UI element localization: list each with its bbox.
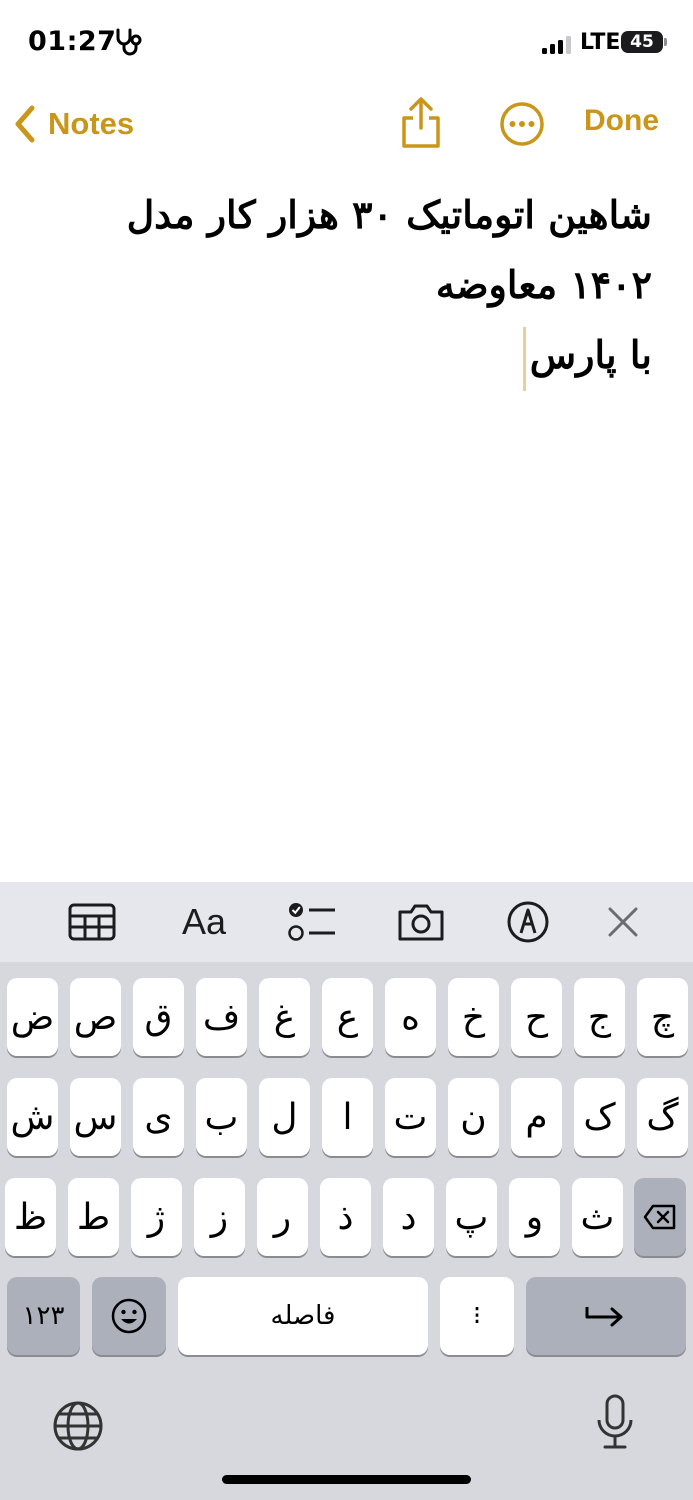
letter-key[interactable]: غ: [259, 978, 310, 1056]
letter-key[interactable]: خ: [448, 978, 499, 1056]
checklist-button[interactable]: [286, 896, 338, 948]
markup-button[interactable]: [502, 896, 554, 948]
letter-key[interactable]: ج: [574, 978, 625, 1056]
table-icon: [68, 903, 116, 941]
letter-key[interactable]: ز: [194, 1178, 245, 1256]
text-format-button[interactable]: Aa: [176, 896, 232, 948]
battery-level: 45: [630, 32, 654, 52]
letter-key[interactable]: د: [383, 1178, 434, 1256]
letter-key[interactable]: و: [509, 1178, 560, 1256]
backspace-key[interactable]: [634, 1178, 686, 1256]
letter-key[interactable]: ح: [511, 978, 562, 1056]
microphone-icon[interactable]: [595, 1394, 635, 1452]
text-cursor: [522, 326, 526, 391]
keyboard: Aa چ ج ح خ ه ع غ ف ق ص ض گ ک م ن ت ا ل ب…: [0, 882, 693, 1500]
markup-pen-icon: [507, 901, 549, 943]
letter-key[interactable]: ر: [257, 1178, 308, 1256]
note-line-2-text: با پارس: [529, 332, 652, 377]
note-line-1: شاهین اتوماتیک ۳۰ هزار کار مدل ۱۴۰۲ معاو…: [126, 192, 652, 307]
letter-key[interactable]: ی: [133, 1078, 184, 1156]
battery-cap: [664, 38, 667, 46]
status-bar: 01:27 LTE 45: [0, 0, 693, 86]
letter-key[interactable]: ف: [196, 978, 247, 1056]
more-options-icon[interactable]: [498, 100, 546, 148]
return-arrow-icon: [585, 1307, 623, 1327]
letter-key[interactable]: پ: [446, 1178, 497, 1256]
letter-key[interactable]: ن: [448, 1078, 499, 1156]
close-icon: [608, 907, 638, 937]
status-time: 01:27: [28, 26, 117, 57]
text-format-icon: Aa: [181, 901, 227, 942]
back-button[interactable]: Notes: [14, 102, 134, 146]
letter-key[interactable]: س: [70, 1078, 121, 1156]
letter-key[interactable]: ع: [322, 978, 373, 1056]
letter-key[interactable]: گ: [637, 1078, 688, 1156]
letter-key[interactable]: ا: [322, 1078, 373, 1156]
letter-key[interactable]: ت: [385, 1078, 436, 1156]
back-label: Notes: [48, 106, 135, 141]
punctuation-key[interactable]: ⁝: [440, 1277, 514, 1355]
done-button[interactable]: Done: [584, 104, 659, 138]
numbers-key[interactable]: ۱۲۳: [7, 1277, 80, 1355]
emoji-key[interactable]: [92, 1277, 166, 1355]
globe-icon[interactable]: [52, 1400, 104, 1452]
letter-key[interactable]: ک: [574, 1078, 625, 1156]
letter-key[interactable]: ث: [572, 1178, 623, 1256]
letter-key[interactable]: ب: [196, 1078, 247, 1156]
note-line-2: با پارس: [40, 320, 652, 391]
checklist-icon: [288, 903, 335, 941]
backspace-icon: [643, 1204, 676, 1230]
letter-key[interactable]: ق: [133, 978, 184, 1056]
navigation-bar: Notes Done: [0, 90, 693, 160]
network-type: LTE: [580, 30, 621, 55]
letter-key[interactable]: ض: [7, 978, 58, 1056]
letter-key[interactable]: م: [511, 1078, 562, 1156]
camera-icon: [398, 904, 444, 941]
letter-key[interactable]: ذ: [320, 1178, 371, 1256]
signal-strength-icon: [542, 36, 576, 54]
space-key[interactable]: فاصله: [178, 1277, 428, 1355]
chevron-left-icon: [15, 105, 35, 143]
letter-key[interactable]: ظ: [5, 1178, 56, 1256]
letter-key[interactable]: ط: [68, 1178, 119, 1256]
letter-key[interactable]: ل: [259, 1078, 310, 1156]
letter-key[interactable]: ه: [385, 978, 436, 1056]
battery-icon: 45: [621, 31, 663, 53]
note-body[interactable]: شاهین اتوماتیک ۳۰ هزار کار مدل ۱۴۰۲ معاو…: [40, 180, 652, 391]
camera-button[interactable]: [395, 896, 447, 948]
letter-key[interactable]: چ: [637, 978, 688, 1056]
formatting-toolbar: Aa: [0, 882, 693, 962]
stethoscope-icon: [116, 28, 142, 56]
emoji-icon: [111, 1298, 147, 1334]
table-button[interactable]: [66, 896, 118, 948]
letter-key[interactable]: ش: [7, 1078, 58, 1156]
close-toolbar-button[interactable]: [597, 896, 649, 948]
letter-key[interactable]: ژ: [131, 1178, 182, 1256]
return-key[interactable]: [526, 1277, 686, 1355]
letter-key[interactable]: ص: [70, 978, 121, 1056]
home-indicator: [222, 1475, 471, 1484]
share-icon[interactable]: [396, 96, 446, 150]
